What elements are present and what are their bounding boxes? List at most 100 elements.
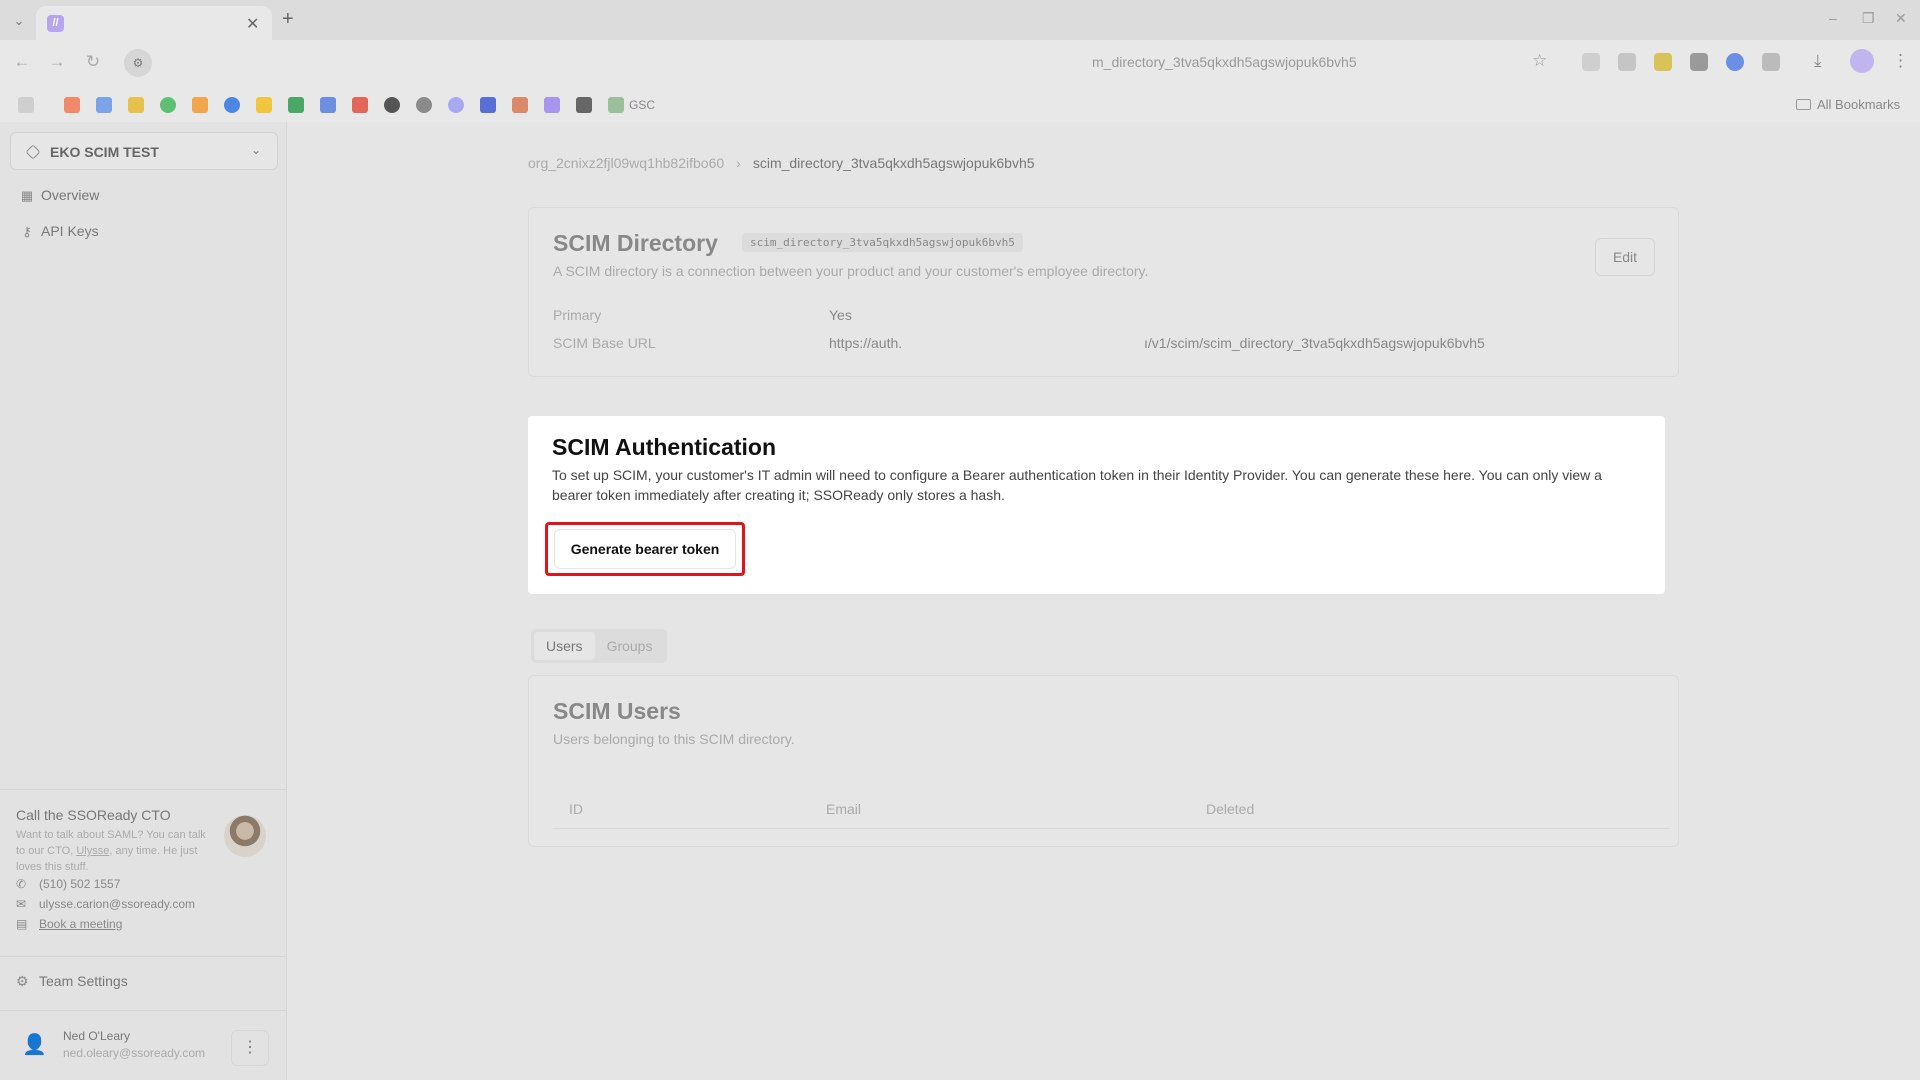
- scim-users-card: SCIM Users Users belonging to this SCIM …: [528, 675, 1679, 847]
- google-drive-icon[interactable]: [256, 97, 272, 113]
- divider: [0, 1010, 287, 1011]
- bookmark-icon[interactable]: [480, 97, 496, 113]
- highlight-box: Generate bearer token: [545, 522, 745, 576]
- bookmark-icon[interactable]: [192, 97, 208, 113]
- ssoready-favicon-icon: //: [47, 15, 64, 32]
- cube-icon: [25, 144, 41, 160]
- base-url-label: SCIM Base URL: [553, 335, 656, 351]
- google-sheets-icon[interactable]: [288, 97, 304, 113]
- tab-groups[interactable]: Groups: [595, 632, 665, 660]
- auth-title: SCIM Authentication: [552, 434, 777, 460]
- directory-tabs: Users Groups: [531, 629, 668, 663]
- forward-icon[interactable]: →: [45, 52, 69, 72]
- tab-close-icon[interactable]: ✕: [246, 14, 259, 34]
- sidebar-item-api-keys[interactable]: ⚷ API Keys: [20, 223, 99, 249]
- cto-description: Want to talk about SAML? You can talk to…: [16, 829, 206, 873]
- reload-icon[interactable]: ↻: [81, 52, 105, 72]
- auth-description: To set up SCIM, your customer's IT admin…: [552, 467, 1602, 503]
- generate-bearer-token-button[interactable]: Generate bearer token: [554, 529, 736, 569]
- chevron-right-icon: ›: [736, 155, 741, 171]
- users-table-header: ID Email Deleted: [553, 789, 1669, 829]
- user-icon: 👤: [22, 1034, 47, 1056]
- column-header-deleted: Deleted: [1206, 801, 1255, 817]
- cto-phone: ✆ (510) 502 1557: [16, 877, 121, 891]
- directory-title: SCIM Directory: [553, 230, 718, 256]
- user-profile: 👤 Ned O'Leary ned.oleary@ssoready.com ⋮: [14, 1022, 274, 1072]
- browser-tab-bar: ⌄ // ✕ + – ❐ ✕: [0, 0, 1920, 40]
- restore-icon[interactable]: ❐: [1862, 10, 1875, 27]
- sidebar-item-overview[interactable]: ▦ Overview: [20, 187, 100, 213]
- book-meeting-link[interactable]: ▤ Book a meeting: [16, 917, 122, 931]
- all-bookmarks-button[interactable]: All Bookmarks: [1796, 97, 1900, 112]
- sidebar: EKO SCIM TEST ⌄ ▦ Overview ⚷ API Keys Call…: [0, 122, 287, 1080]
- bookmark-icon[interactable]: [128, 97, 144, 113]
- notion-icon[interactable]: [576, 97, 592, 113]
- extension-icon[interactable]: [1654, 53, 1672, 71]
- breadcrumb: org_2cnixz2fjl09wq1hb82ifbo60 › scim_direc…: [528, 155, 1035, 171]
- users-title: SCIM Users: [553, 698, 681, 724]
- scim-authentication-card: SCIM Authentication To set up SCIM, your…: [528, 416, 1665, 594]
- gear-icon: ⚙: [16, 973, 29, 989]
- extension-icon[interactable]: [1690, 53, 1708, 71]
- directory-id-badge: scim_directory_3tva5qkxdh5agswjopuk6bvh5: [742, 233, 1023, 252]
- team-settings-link[interactable]: ⚙ Team Settings: [16, 973, 128, 990]
- bookmark-star-icon[interactable]: ☆: [1532, 51, 1547, 71]
- user-name: Ned O'Leary: [63, 1029, 130, 1043]
- cto-email: ✉ ulysse.carion@ssoready.com: [16, 897, 196, 911]
- org-switcher[interactable]: EKO SCIM TEST ⌄: [10, 132, 278, 170]
- whatsapp-icon[interactable]: [160, 97, 176, 113]
- bookmark-icon[interactable]: [64, 97, 80, 113]
- column-header-id: ID: [569, 801, 583, 817]
- phone-icon: ✆: [16, 877, 27, 891]
- browser-toolbar: ← → ↻ ⚙ m_directory_3tva5qkxdh5agswjopuk…: [0, 40, 1920, 88]
- bookmark-icon[interactable]: [416, 97, 432, 113]
- github-icon[interactable]: [384, 97, 400, 113]
- divider: [0, 789, 287, 790]
- google-docs-icon[interactable]: [320, 97, 336, 113]
- extensions-puzzle-icon[interactable]: [1762, 53, 1780, 71]
- key-icon: ⚷: [22, 224, 32, 239]
- bookmarks-bar: GSC All Bookmarks: [0, 88, 1920, 122]
- org-name: EKO SCIM TEST: [50, 144, 159, 160]
- directory-subtitle: A SCIM directory is a connection between…: [553, 263, 1149, 279]
- extension-icon[interactable]: [1726, 53, 1744, 71]
- base-url-start: https://auth.: [829, 335, 903, 351]
- address-bar[interactable]: m_directory_3tva5qkxdh5agswjopuk6bvh5: [1092, 54, 1357, 70]
- grid-icon: ▦: [20, 188, 34, 203]
- bookmark-icon[interactable]: [544, 97, 560, 113]
- bookmark-icon[interactable]: [448, 97, 464, 113]
- profile-icon[interactable]: [1850, 49, 1874, 73]
- sidebar-item-label: API Keys: [41, 223, 99, 239]
- gmail-icon[interactable]: [352, 97, 368, 113]
- bookmark-icon[interactable]: [224, 97, 240, 113]
- cto-name-link[interactable]: Ulysse: [76, 845, 109, 857]
- bookmark-icon[interactable]: [96, 97, 112, 113]
- edit-button[interactable]: Edit: [1595, 238, 1655, 276]
- mail-icon: ✉: [16, 897, 27, 911]
- site-info-icon[interactable]: ⚙: [124, 49, 152, 77]
- apps-grid-icon[interactable]: [18, 97, 34, 113]
- tab-search-chevron-icon[interactable]: ⌄: [8, 10, 30, 32]
- directory-card: SCIM Directory scim_directory_3tva5qkxdh…: [528, 207, 1679, 377]
- browser-menu-icon[interactable]: ⋮: [1892, 51, 1909, 71]
- bookmark-gsc[interactable]: GSC: [629, 98, 655, 112]
- extension-icon[interactable]: [1618, 53, 1636, 71]
- calendar-icon: ▤: [16, 917, 28, 931]
- search-console-icon[interactable]: [608, 97, 624, 113]
- tab-users[interactable]: Users: [534, 632, 595, 660]
- close-window-icon[interactable]: ✕: [1895, 10, 1907, 27]
- back-icon[interactable]: ←: [10, 52, 34, 72]
- breadcrumb-current: scim_directory_3tva5qkxdh5agswjopuk6bvh5: [752, 155, 1035, 171]
- bookmark-icon[interactable]: [512, 97, 528, 113]
- user-email: ned.oleary@ssoready.com: [63, 1046, 206, 1060]
- download-icon[interactable]: ⤓: [1814, 51, 1822, 71]
- extension-icon[interactable]: [1582, 53, 1600, 71]
- divider: [0, 956, 287, 957]
- new-tab-button[interactable]: +: [282, 8, 294, 31]
- browser-tab[interactable]: // ✕: [36, 6, 272, 40]
- minimize-icon[interactable]: –: [1829, 10, 1837, 26]
- cto-title: Call the SSOReady CTO: [16, 807, 171, 823]
- user-menu-button[interactable]: ⋮: [231, 1030, 269, 1066]
- breadcrumb-org-link[interactable]: org_2cnixz2fjl09wq1hb82ifbo60: [528, 155, 724, 171]
- cto-avatar: [224, 815, 266, 857]
